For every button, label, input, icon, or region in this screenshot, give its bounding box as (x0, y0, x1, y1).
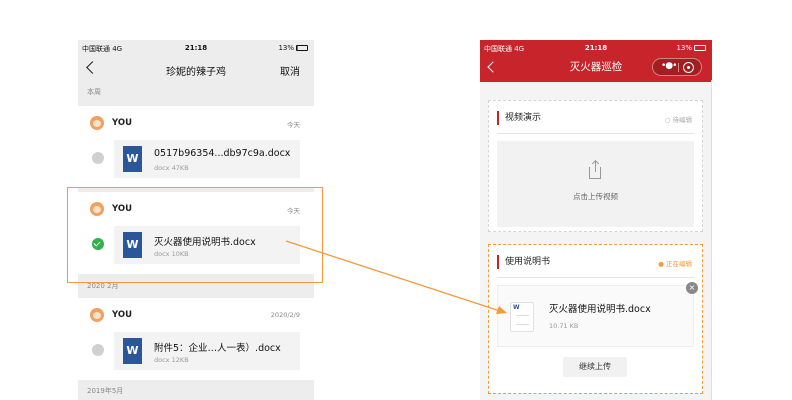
section-status: ○ 待编辑 (664, 116, 692, 124)
right-edge-line (711, 80, 712, 400)
battery-percent: 13% (278, 44, 294, 52)
chat-title: 珍妮的辣子鸡 (166, 67, 226, 78)
section-title: 使用说明书 (497, 255, 550, 269)
file-name: 附件5：企业…人一表）.docx (154, 343, 281, 354)
file-name: 0517b96354...db97c9a.docx (154, 148, 291, 159)
select-checkbox[interactable] (92, 344, 104, 356)
section-title: 视频演示 (497, 111, 541, 125)
upload-video-label: 点击上传视频 (573, 192, 618, 201)
status-right: 13% (278, 44, 308, 52)
remove-file-icon[interactable]: × (686, 282, 698, 294)
uploaded-file-card[interactable]: 灭火器使用说明书.docx 10.71 KB (497, 285, 694, 347)
file-meta: docx 12KB (154, 356, 189, 364)
uploaded-file-size: 10.71 KB (549, 322, 579, 330)
status-bar: 中国联通 4G 21:18 13% (480, 40, 712, 56)
avatar (90, 116, 104, 130)
message-time: 2020/2/9 (270, 311, 300, 319)
message-time: 今天 (287, 121, 300, 129)
section-status: ● 正在编辑 (658, 260, 692, 268)
sender-name: YOU (112, 310, 132, 320)
target-circle-icon[interactable] (683, 62, 694, 73)
selection-highlight-box (67, 187, 323, 283)
section-divider (497, 133, 694, 134)
document-icon (510, 302, 534, 332)
file-message-card[interactable]: YOU 今天 W 0517b96354...db97c9a.docx docx … (78, 106, 314, 188)
more-dots-icon[interactable]: •●• (661, 61, 678, 71)
mini-program-capsule: •●• (652, 58, 702, 76)
sender-name: YOU (112, 118, 132, 128)
battery-fill (695, 46, 697, 50)
continue-upload-button[interactable]: 继续上传 (563, 357, 627, 377)
cancel-button[interactable]: 取消 (280, 63, 300, 78)
battery-fill (297, 46, 299, 50)
file-message-card[interactable]: YOU 2020/2/9 W 附件5：企业…人一表）.docx docx 12K… (78, 298, 314, 380)
select-checkbox[interactable] (92, 152, 104, 164)
video-upload-area[interactable]: 点击上传视频 (497, 141, 694, 227)
file-meta: docx 47KB (154, 164, 189, 172)
file-attachment[interactable]: W 0517b96354...db97c9a.docx docx 47KB (114, 140, 300, 178)
screenshot-stage: 中国联通 4G 21:18 13% 珍妮的辣子鸡 取消 本周 YOU 今天 W … (0, 0, 792, 400)
avatar (90, 308, 104, 322)
section-divider (497, 277, 694, 278)
status-bar: 中国联通 4G 21:18 13% (78, 40, 314, 56)
battery-icon (694, 45, 706, 51)
section-label-this-week: 本周 (87, 88, 101, 96)
uploaded-file-name: 灭火器使用说明书.docx (549, 304, 651, 315)
app-header: 中国联通 4G 21:18 13% 灭火器巡检 •●• (480, 40, 712, 82)
capsule-divider (678, 63, 679, 72)
section-label-may-2019: 2019年5月 (87, 387, 124, 395)
status-right: 13% (676, 44, 706, 52)
video-section: 视频演示 ○ 待编辑 点击上传视频 (488, 100, 703, 232)
battery-percent: 13% (676, 44, 692, 52)
nav-bar: 珍妮的辣子鸡 取消 (78, 56, 314, 84)
battery-icon (296, 45, 308, 51)
word-doc-icon: W (123, 146, 142, 172)
file-attachment[interactable]: W 附件5：企业…人一表）.docx docx 12KB (114, 332, 300, 370)
inspection-screen: 中国联通 4G 21:18 13% 灭火器巡检 •●• 视频演示 ○ 待编辑 点… (480, 40, 712, 400)
upload-icon (589, 161, 601, 179)
manual-section: 使用说明书 ● 正在编辑 灭火器使用说明书.docx 10.71 KB 继续上传 (488, 244, 703, 394)
word-doc-icon: W (123, 338, 142, 364)
